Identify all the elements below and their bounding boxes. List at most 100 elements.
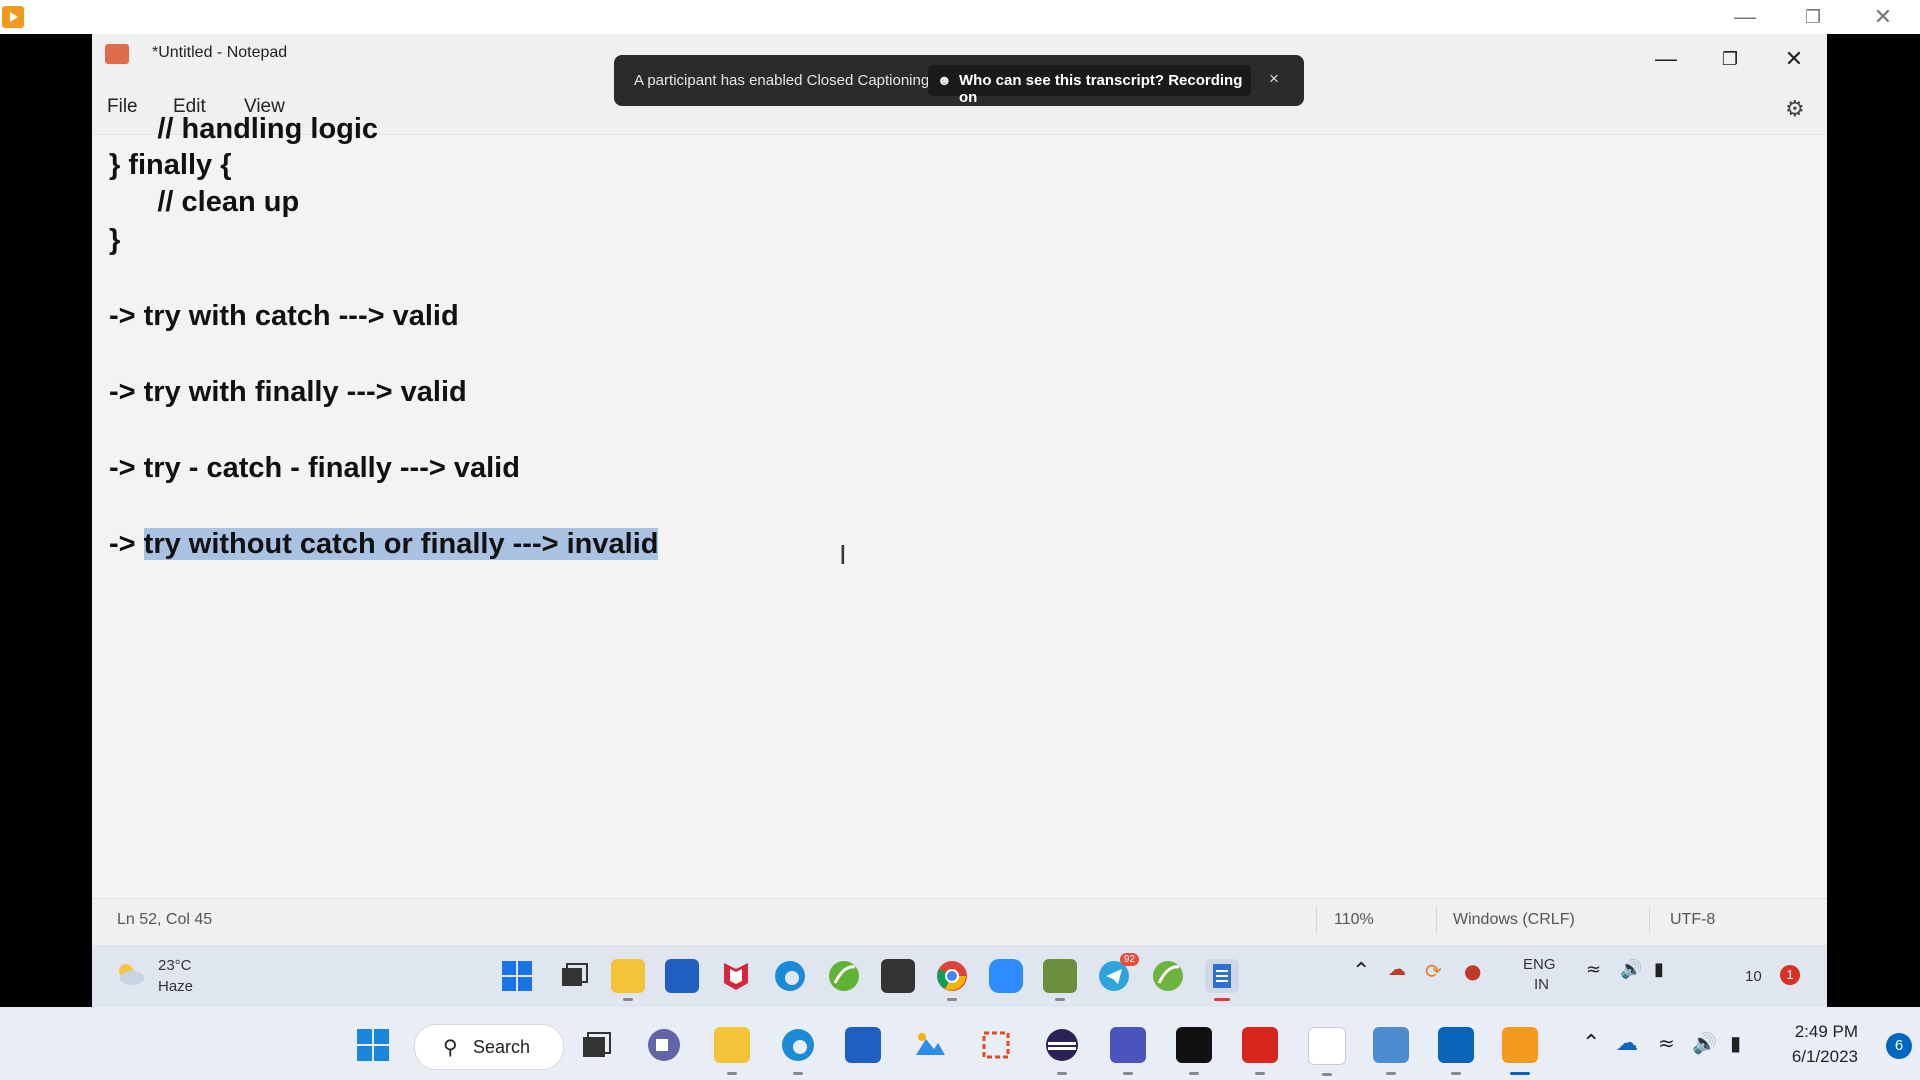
notepad-minimize-button[interactable]: — [1634, 34, 1698, 84]
running-indicator [1055, 998, 1065, 1001]
outlook-icon[interactable] [1438, 1027, 1474, 1075]
editor-line: -> try with catch ---> valid [109, 300, 459, 332]
toast-close-icon[interactable]: × [1269, 69, 1279, 89]
running-indicator [1123, 1072, 1133, 1075]
editor-line: } [109, 224, 121, 256]
notepad-restore-button[interactable]: ❐ [1698, 34, 1762, 84]
active-indicator [1510, 1072, 1530, 1075]
telegram-icon[interactable]: 92 [1097, 953, 1139, 993]
running-indicator [947, 998, 957, 1001]
notification-center-badge[interactable]: 6 [1886, 1033, 1912, 1059]
zoom-icon[interactable] [989, 959, 1023, 993]
telegram-badge: 92 [1119, 953, 1139, 966]
line-ending: Windows (CRLF) [1453, 911, 1575, 928]
text-cursor-icon: I [839, 541, 847, 571]
closed-captioning-toast: A participant has enabled Closed Caption… [614, 55, 1304, 106]
running-indicator [1386, 1072, 1396, 1075]
weather-haze-icon [119, 964, 144, 985]
notepad-window: *Untitled - Notepad — ❐ ✕ File Edit View… [92, 34, 1827, 1007]
network-app-icon[interactable] [1373, 1027, 1409, 1075]
chrome-icon[interactable] [935, 959, 969, 1001]
line-prefix: -> [109, 528, 144, 560]
selected-text: try without catch or finally ---> invali… [143, 528, 659, 560]
notepad-app-icon [105, 44, 129, 64]
host-taskbar: ⚲ Search ⌃ ☁ ≈ 🔊 ▮ 2:49 PM 6/1/2023 6 [0, 1007, 1920, 1080]
language-region[interactable]: IN [1534, 976, 1549, 993]
running-indicator [623, 998, 633, 1001]
running-indicator [1322, 1073, 1332, 1076]
host-window-titlebar: — ❐ ✕ [0, 0, 1920, 34]
volume-icon[interactable]: 🔊 [1620, 959, 1642, 980]
restore-button[interactable]: ❐ [1778, 0, 1848, 34]
remote-taskbar: 23°C Haze 92 ⌃ ☁ ⟳ ● ENG IN ≈ 🔊 ▮ 10 1 [92, 945, 1827, 1007]
acrobat-icon[interactable] [1242, 1027, 1278, 1075]
spring-tool-icon[interactable] [827, 959, 861, 993]
battery-icon[interactable]: ▮ [1730, 1031, 1741, 1055]
teams-chat-icon[interactable] [646, 1027, 682, 1063]
meeting-app-icon[interactable] [1502, 1027, 1538, 1075]
language-code[interactable]: ENG [1523, 956, 1556, 973]
minimize-button[interactable]: — [1710, 0, 1780, 34]
terminal-app-icon[interactable] [881, 959, 915, 993]
running-indicator [793, 1072, 803, 1075]
running-indicator [1189, 1072, 1199, 1075]
status-divider [1436, 907, 1437, 933]
status-divider [1316, 907, 1317, 933]
battery-icon[interactable]: ▮ [1654, 959, 1664, 980]
start-icon[interactable] [500, 959, 534, 993]
tray-count: 10 [1745, 968, 1762, 985]
notepad-taskbar-icon[interactable] [1205, 959, 1239, 1001]
clock-date[interactable]: 6/1/2023 [1792, 1047, 1858, 1067]
running-indicator [1451, 1072, 1461, 1075]
transcript-info-button[interactable]: ☻ Who can see this transcript? Recording… [928, 65, 1251, 106]
teams-icon[interactable] [1110, 1027, 1146, 1075]
running-indicator [1255, 1072, 1265, 1075]
status-divider [1649, 907, 1650, 933]
onedrive-icon[interactable]: ☁ [1616, 1031, 1638, 1056]
cloud-error-icon[interactable]: ☁ [1388, 959, 1406, 980]
taskbar-search-box[interactable]: ⚲ Search [414, 1024, 564, 1070]
text-editor[interactable]: // handling logic } finally { // clean u… [92, 113, 1827, 935]
document-icon[interactable] [1308, 1027, 1346, 1076]
file-explorer-icon[interactable] [714, 1027, 750, 1075]
photos-icon[interactable] [912, 1027, 948, 1063]
chevron-up-icon[interactable]: ⌃ [1352, 959, 1370, 984]
spring-tool-2-icon[interactable] [1151, 959, 1185, 993]
mcafee-icon[interactable] [719, 959, 753, 993]
editor-line: -> try - catch - finally ---> valid [109, 452, 520, 484]
store-icon[interactable] [845, 1027, 881, 1063]
store-icon[interactable] [665, 959, 699, 993]
snipping-tool-icon[interactable] [978, 1027, 1014, 1063]
task-view-icon[interactable] [578, 1027, 614, 1063]
wifi-icon[interactable]: ≈ [1658, 1031, 1675, 1055]
toast-message: A participant has enabled Closed Caption… [634, 72, 930, 89]
file-explorer-icon[interactable] [611, 959, 645, 1001]
sync-icon[interactable]: ⟳ [1425, 959, 1442, 983]
encoding: UTF-8 [1670, 911, 1716, 928]
windows-start-icon[interactable] [356, 1028, 390, 1062]
volume-icon[interactable]: 🔊 [1692, 1031, 1717, 1055]
settings-gear-icon[interactable]: ⚙ [1785, 98, 1807, 120]
search-label: Search [473, 1037, 531, 1057]
clock-time[interactable]: 2:49 PM [1795, 1022, 1858, 1042]
user-icon: ☻ [937, 72, 952, 88]
microphone-icon[interactable]: ● [1464, 959, 1481, 983]
wifi-icon[interactable]: ≈ [1586, 959, 1601, 980]
chevron-up-icon[interactable]: ⌃ [1582, 1031, 1600, 1056]
editor-line: // handling logic [109, 113, 379, 145]
editor-line: // clean up [109, 186, 300, 218]
close-button[interactable]: ✕ [1848, 0, 1918, 34]
cursor-position: Ln 52, Col 45 [117, 911, 213, 928]
weather-condition[interactable]: Haze [158, 978, 193, 995]
transcript-info-label: Who can see this transcript? Recording o… [959, 72, 1243, 106]
task-view-icon[interactable] [557, 959, 591, 993]
chart-app-icon[interactable] [1043, 959, 1077, 1001]
edge-icon[interactable] [780, 1027, 816, 1075]
edge-icon[interactable] [773, 959, 807, 993]
eclipse-icon[interactable] [1044, 1027, 1080, 1075]
notepad-close-button[interactable]: ✕ [1762, 34, 1826, 84]
active-indicator [1214, 998, 1230, 1001]
webex-icon[interactable] [1176, 1027, 1212, 1075]
notification-badge[interactable]: 1 [1780, 965, 1800, 985]
weather-temperature[interactable]: 23°C [158, 957, 192, 974]
